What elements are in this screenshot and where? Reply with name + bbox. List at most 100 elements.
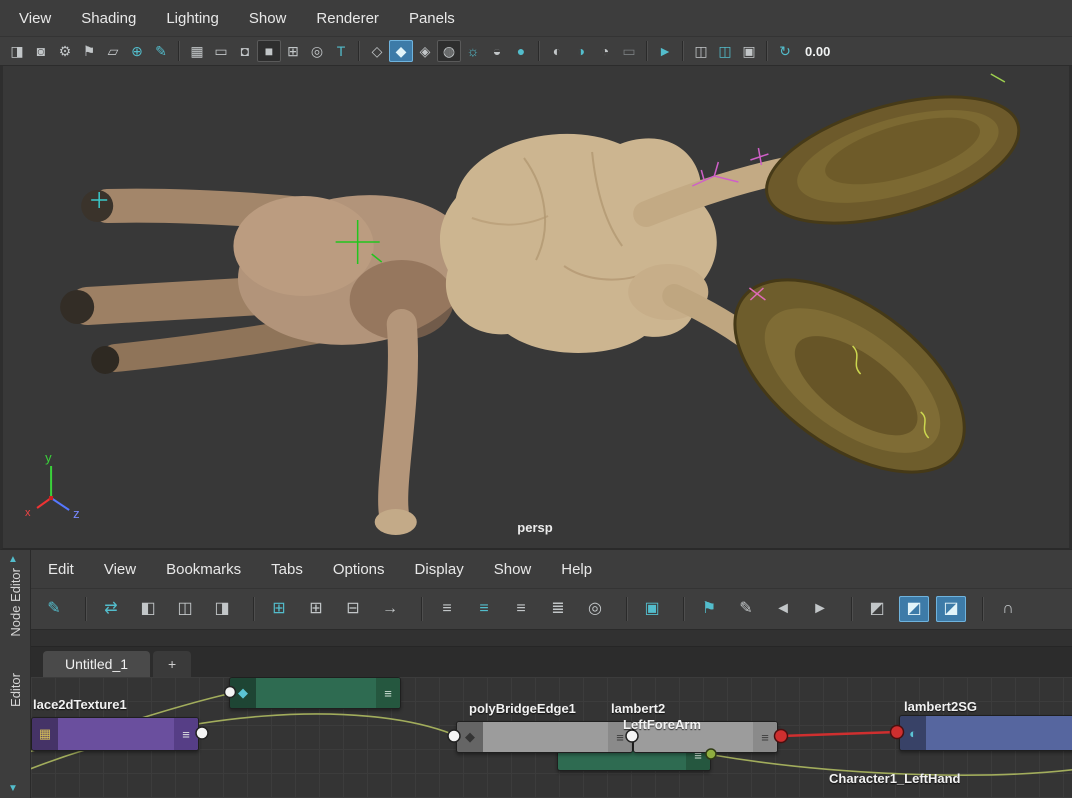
node-lambert2sg[interactable]: ◐≡ [899,715,1072,751]
edit-bookmark-icon[interactable]: ✎ [731,596,761,622]
add-bookmark-icon[interactable]: ⚑ [694,596,724,622]
input-output-connections-icon[interactable]: ◫ [170,596,200,622]
layout-simple-icon[interactable]: ≡ [432,596,462,622]
film-gate-icon[interactable]: ▭ [209,40,233,62]
panel-scroll-up-icon[interactable]: ▲ [8,554,18,565]
use-all-lights-icon[interactable]: ☼ [461,40,485,62]
panel-tab-editor[interactable]: Editor [8,673,23,707]
maya-window: ViewShadingLightingShowRendererPanels ◨◙… [0,0,1072,798]
axis-y-label: y [45,450,52,465]
toolbar-separator [85,597,87,621]
multisample-icon[interactable]: ◑ [569,40,593,62]
node-stripes-icon: ≡ [753,722,777,752]
menu-view[interactable]: View [4,10,66,27]
menu-shading[interactable]: Shading [66,10,151,27]
field-chart-icon[interactable]: ⊞ [281,40,305,62]
node-graph[interactable]: ▦≡◆≡◆≡≡≡◐≡lace2dTexture1polyBridgeEdge1l… [31,677,1072,798]
lock-icon[interactable]: ∩ [993,596,1023,622]
ne-menu-help[interactable]: Help [546,561,607,578]
textured-shaded-icon[interactable]: ◈ [413,40,437,62]
xray-joints-icon[interactable]: ◫ [713,40,737,62]
panel-tab-node-editor[interactable]: Node Editor [8,568,23,637]
camera-bookmark-icon[interactable]: ⚑ [77,40,101,62]
node-title-character1leftforearm: LeftForeArm [623,717,701,732]
toolbar-separator [253,597,255,621]
gate-mask-icon[interactable]: ■ [257,40,281,62]
textured-icon[interactable]: ◍ [437,40,461,62]
graph-selected-icon[interactable]: → [375,596,405,622]
add-selected-to-graph-icon[interactable]: ⊞ [264,596,294,622]
show-all-nodes-icon[interactable]: ◪ [936,596,966,622]
menu-renderer[interactable]: Renderer [301,10,394,27]
resolution-gate-icon[interactable]: ◘ [233,40,257,62]
motion-blur-icon[interactable]: ◐ [545,40,569,62]
menu-show[interactable]: Show [234,10,302,27]
gamma-icon[interactable]: ◔ [593,40,617,62]
node-title-lambert2: lambert2 [611,701,665,716]
perspective-viewport[interactable]: y z x persp [0,66,1072,550]
exposure-value[interactable]: 0.00 [805,44,830,59]
grid-icon[interactable]: ▦ [185,40,209,62]
node-utilitynode[interactable]: ◆≡ [229,677,401,709]
ne-menu-bookmarks[interactable]: Bookmarks [151,561,256,578]
clapperboard-icon[interactable]: ◨ [5,40,29,62]
node-editor-tabbar: Untitled_1 + [31,647,1072,677]
menu-lighting[interactable]: Lighting [151,10,234,27]
xray-icon[interactable]: ◫ [689,40,713,62]
camera-attributes-icon[interactable]: ⚙ [53,40,77,62]
layout-all-icon[interactable]: ≡ [506,596,536,622]
node-place2dtexture1[interactable]: ▦≡ [31,717,199,751]
viewport-canvas[interactable]: y z x persp [3,66,1069,548]
layout-connected-icon[interactable]: ≡ [469,596,499,622]
look-through-icon[interactable]: ▭ [617,40,641,62]
remove-selected-icon[interactable]: ⊟ [338,596,368,622]
show-simple-nodes-icon[interactable]: ◩ [862,596,892,622]
grease-pencil-icon[interactable]: ✎ [149,40,173,62]
sync-selection-icon[interactable]: ⇄ [96,596,126,622]
creature-model[interactable] [60,72,1033,535]
occlusion-icon[interactable]: ● [509,40,533,62]
show-connected-nodes-icon[interactable]: ◩ [899,596,929,622]
pin-view-icon[interactable]: ▣ [637,596,667,622]
ne-menu-display[interactable]: Display [400,561,479,578]
node-title-lambert2sg: lambert2SG [904,699,977,714]
panel-scroll-down-icon[interactable]: ▼ [8,783,18,794]
add-upstream-icon[interactable]: ⊞ [301,596,331,622]
toolbar-separator [358,41,360,61]
new-tab-button[interactable]: + [153,651,191,677]
isolate-select-icon[interactable]: ► [653,40,677,62]
next-bookmark-icon[interactable]: ► [805,596,835,622]
image-plane-icon[interactable]: ▱ [101,40,125,62]
ne-menu-view[interactable]: View [89,561,151,578]
tab-untitled-1[interactable]: Untitled_1 [43,651,150,677]
camera-lock-icon[interactable]: ◙ [29,40,53,62]
wireframe-icon[interactable]: ◇ [365,40,389,62]
menu-panels[interactable]: Panels [394,10,470,27]
ne-menu-edit[interactable]: Edit [33,561,89,578]
create-node-icon[interactable]: ✎ [39,596,69,622]
axis-x-label: x [25,507,31,519]
toolbar-separator [683,597,685,621]
ne-menu-tabs[interactable]: Tabs [256,561,318,578]
safe-title-icon[interactable]: T [329,40,353,62]
zoom-icon[interactable]: ◎ [580,596,610,622]
node-polybridgeedge1[interactable]: ◆≡ [456,721,633,753]
input-connections-icon[interactable]: ◧ [133,596,163,622]
safe-action-icon[interactable]: ◎ [305,40,329,62]
node-title-place2dtexture1: lace2dTexture1 [33,697,127,712]
output-connections-icon[interactable]: ◨ [207,596,237,622]
shadows-icon[interactable]: ◒ [485,40,509,62]
panel-side-strip: ▲ Node Editor Editor ▼ [0,550,31,798]
node-editor-menubar: EditViewBookmarksTabsOptionsDisplayShowH… [31,550,1072,588]
ne-menu-options[interactable]: Options [318,561,400,578]
previous-bookmark-icon[interactable]: ◄ [768,596,798,622]
shaded-icon[interactable]: ◆ [389,40,413,62]
node-editor-tabs: Untitled_1 [43,651,153,677]
ne-menu-show[interactable]: Show [479,561,547,578]
exposure-refresh-icon[interactable]: ↻ [773,40,797,62]
snapshot-icon[interactable]: ▣ [737,40,761,62]
pan-zoom-icon[interactable]: ⊕ [125,40,149,62]
node-stripes-icon: ≡ [376,678,400,708]
toolbar-separator [538,41,540,61]
layout-custom-icon[interactable]: ≣ [543,596,573,622]
